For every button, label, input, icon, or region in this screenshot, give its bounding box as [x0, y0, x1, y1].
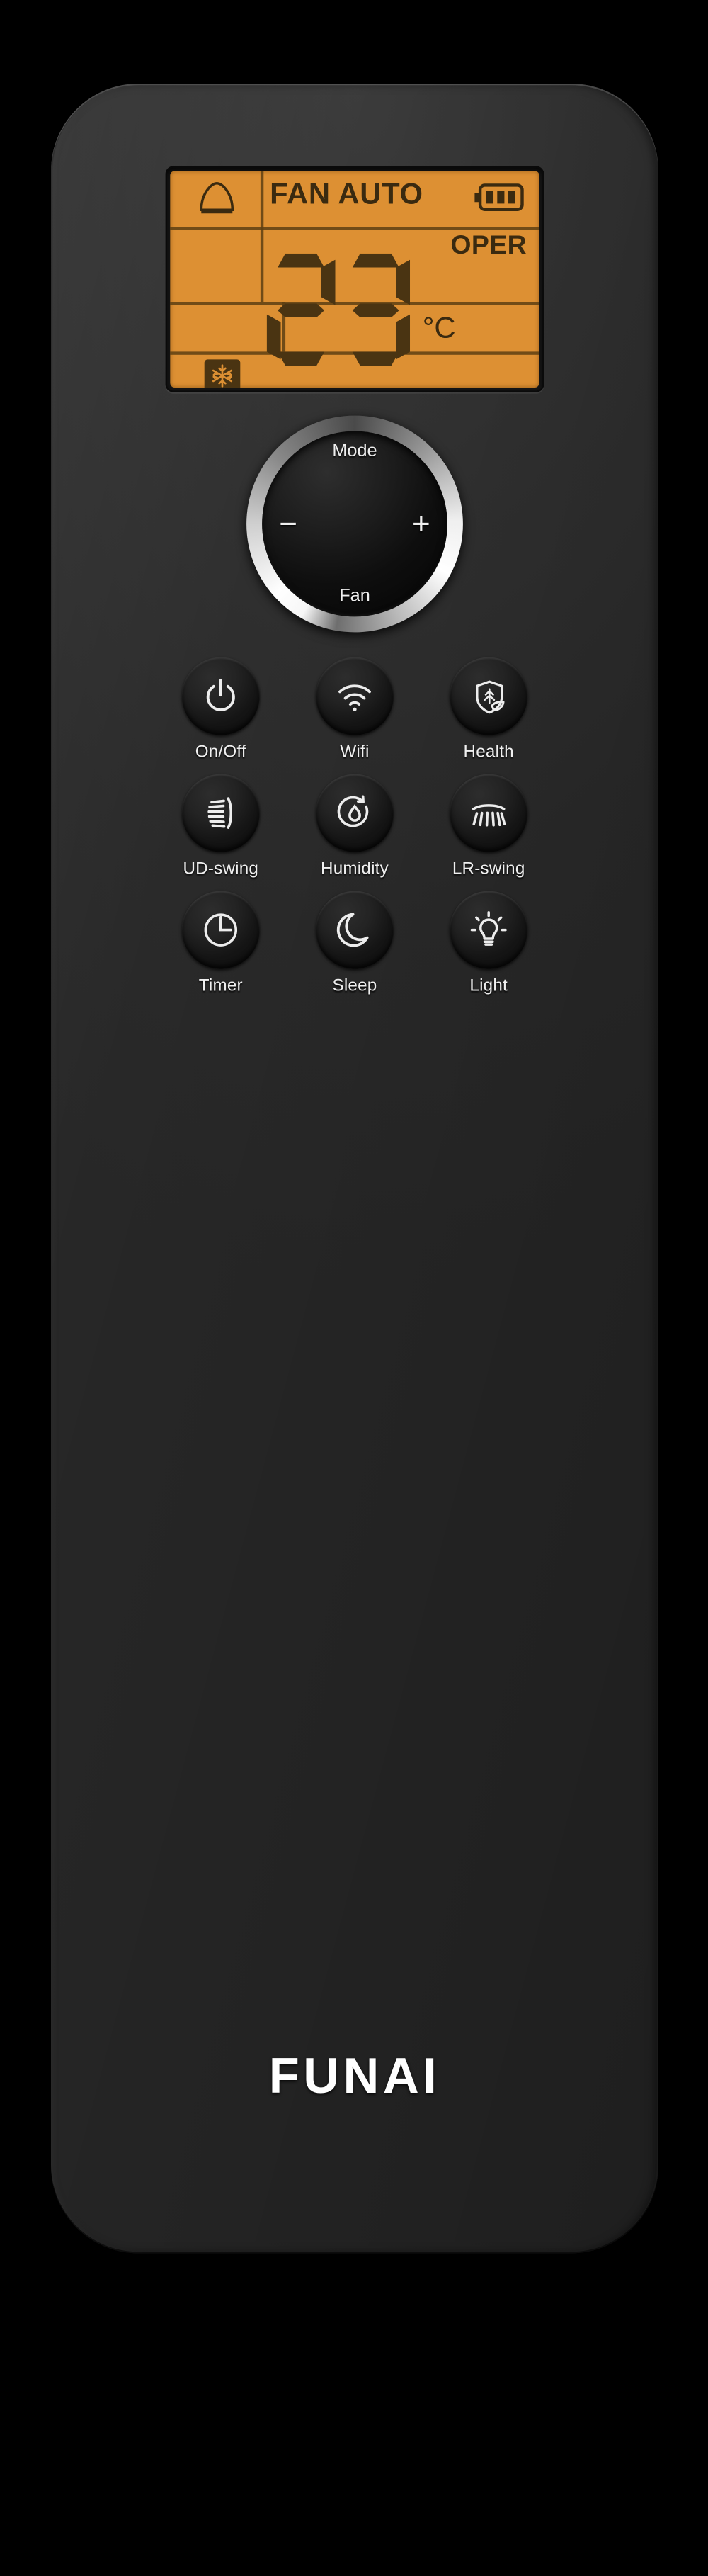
horizontal-swing-icon: [469, 793, 509, 833]
button-sleep-circle[interactable]: [316, 891, 394, 969]
battery-full-icon: [472, 183, 525, 212]
button-timer-label: Timer: [198, 976, 243, 995]
snowflake-cool-icon: [204, 359, 241, 388]
lcd-divider-horizontal-1: [170, 227, 539, 230]
temperature-readout: °C: [266, 253, 456, 366]
lcd-bezel: FAN AUTO OPER °C: [165, 166, 544, 392]
control-wheel[interactable]: Mode − + Fan: [246, 415, 463, 633]
button-ud-swing-label: UD-swing: [183, 859, 259, 879]
power-icon: [200, 676, 241, 716]
wheel-mode-button[interactable]: Mode: [332, 442, 377, 461]
button-light[interactable]: Light: [422, 891, 556, 995]
button-sleep-label: Sleep: [332, 976, 377, 995]
button-lr-swing[interactable]: LR-swing: [422, 774, 556, 879]
brand-logo: FUNAI: [268, 2047, 441, 2104]
button-on-off-circle[interactable]: [181, 657, 260, 735]
button-wifi-label: Wifi: [340, 742, 370, 762]
button-sleep[interactable]: Sleep: [287, 891, 421, 995]
button-on-off[interactable]: On/Off: [154, 657, 287, 762]
button-wifi[interactable]: Wifi: [287, 657, 421, 762]
button-health-label: Health: [463, 742, 514, 762]
button-humidity-label: Humidity: [321, 859, 389, 879]
operating-status-text: OPER: [450, 230, 527, 260]
button-wifi-circle[interactable]: [316, 657, 394, 735]
button-light-label: Light: [469, 976, 508, 995]
button-health[interactable]: Health: [422, 657, 556, 762]
wheel-fan-button[interactable]: Fan: [339, 587, 370, 606]
button-grid: On/Off Wifi Health UD-swing Humidity LR-…: [154, 657, 556, 995]
button-timer[interactable]: Timer: [154, 891, 287, 995]
lcd-display: FAN AUTO OPER °C: [170, 171, 539, 388]
shield-leaf-icon: [469, 677, 508, 716]
control-wheel-face[interactable]: Mode − + Fan: [262, 431, 447, 617]
vertical-swing-icon: [200, 793, 241, 833]
screenshot-canvas: FAN AUTO OPER °C Mode − + Fan On/Off Wif…: [0, 0, 708, 2576]
clock-icon: [200, 910, 241, 950]
button-health-circle[interactable]: [450, 657, 528, 735]
moon-icon: [334, 910, 375, 950]
button-humidity-circle[interactable]: [316, 774, 394, 852]
remote-control-body: FAN AUTO OPER °C Mode − + Fan On/Off Wif…: [51, 84, 658, 2254]
lcd-divider-vertical-1: [260, 171, 263, 302]
wheel-minus-button[interactable]: −: [279, 509, 297, 540]
wifi-icon: [334, 676, 375, 716]
water-drop-cycle-icon: [334, 793, 375, 833]
auto-mode-icon: [195, 179, 239, 216]
button-humidity[interactable]: Humidity: [287, 774, 421, 879]
fan-mode-text: FAN AUTO: [270, 179, 423, 212]
temperature-digit-tens: [266, 253, 336, 366]
button-lr-swing-label: LR-swing: [452, 859, 525, 879]
temperature-unit: °C: [422, 312, 456, 346]
wheel-plus-button[interactable]: +: [412, 509, 430, 540]
button-light-circle[interactable]: [450, 891, 528, 969]
button-ud-swing-circle[interactable]: [181, 774, 260, 852]
button-timer-circle[interactable]: [181, 891, 260, 969]
lightbulb-icon: [469, 910, 509, 950]
temperature-digit-ones: [341, 253, 411, 366]
button-on-off-label: On/Off: [195, 742, 246, 762]
button-ud-swing[interactable]: UD-swing: [154, 774, 287, 879]
button-lr-swing-circle[interactable]: [450, 774, 528, 852]
